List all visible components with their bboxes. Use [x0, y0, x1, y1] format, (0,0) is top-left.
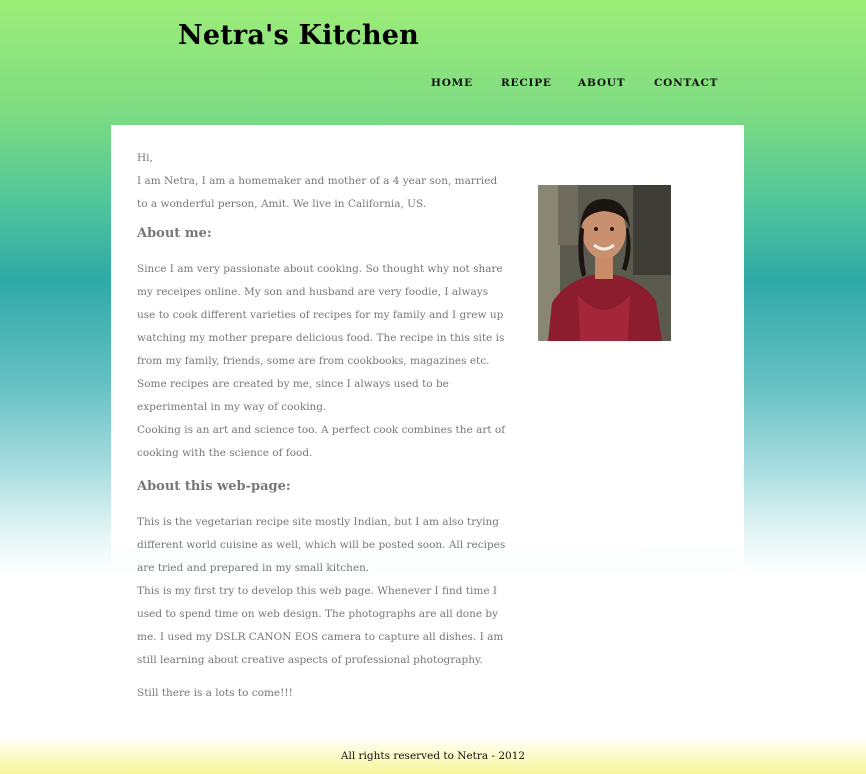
- intro-text: I am Netra, I am a homemaker and mother …: [137, 175, 498, 210]
- profile-photo: [538, 185, 671, 341]
- about-text-column: Hi, I am Netra, I am a homemaker and mot…: [137, 147, 509, 705]
- about-webpage-heading: About this web-page:: [137, 479, 291, 494]
- closing-text: Still there is a lots to come!!!: [137, 687, 293, 699]
- about-paragraph-1: Since I am very passionate about cooking…: [137, 263, 505, 413]
- site-title: Netra's Kitchen: [178, 20, 419, 51]
- profile-photo-illustration: [538, 185, 671, 341]
- nav-recipe[interactable]: RECIPE: [501, 77, 552, 89]
- nav-about[interactable]: ABOUT: [578, 77, 625, 89]
- webpage-paragraph-2: This is my first try to develop this web…: [137, 585, 504, 666]
- greeting-text: Hi,: [137, 152, 153, 164]
- about-paragraph-2: Cooking is an art and science too. A per…: [137, 424, 506, 459]
- webpage-paragraph-1: This is the vegetarian recipe site mostl…: [137, 516, 506, 574]
- nav-home[interactable]: HOME: [431, 77, 473, 89]
- main-nav: HOME RECIPE ABOUT CONTACT: [0, 77, 866, 91]
- about-me-heading: About me:: [137, 226, 212, 241]
- footer-copyright: All rights reserved to Netra - 2012: [340, 750, 526, 762]
- nav-contact[interactable]: CONTACT: [654, 77, 718, 89]
